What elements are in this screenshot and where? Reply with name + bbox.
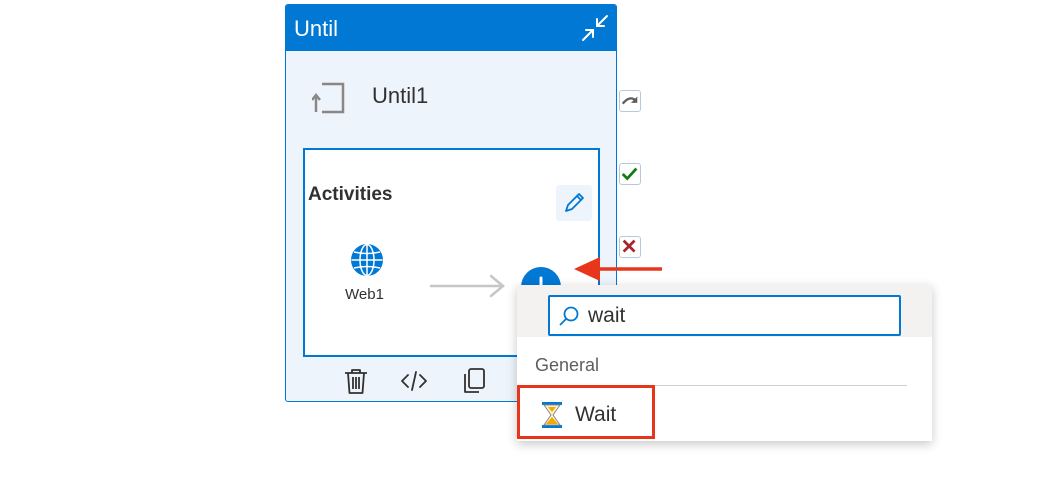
success-outcome-button[interactable] [619, 163, 641, 185]
canvas: Until Until1 Activities Web1 wait Genera… [0, 0, 1060, 485]
collapse-arrows-icon[interactable] [580, 13, 610, 43]
search-area [517, 285, 932, 337]
search-box[interactable] [548, 295, 901, 336]
trash-icon[interactable] [342, 367, 370, 395]
skip-outcome-button[interactable] [619, 90, 641, 112]
wait-activity-option[interactable]: Wait [517, 385, 655, 439]
activity-name: Until1 [372, 83, 429, 108]
pencil-icon [565, 193, 584, 212]
search-input[interactable] [588, 303, 888, 329]
activities-label: Activities [308, 184, 393, 205]
annotation-arrow [574, 257, 662, 281]
globe-icon [351, 243, 383, 277]
web-activity-label: Web1 [345, 286, 384, 303]
until-card-header: Until [286, 5, 616, 51]
activity-summary: Until1 [286, 51, 616, 149]
edit-activities-button[interactable] [556, 185, 592, 221]
hourglass-icon [542, 402, 562, 428]
wait-option-label: Wait [575, 403, 617, 426]
group-label-general: General [535, 355, 600, 375]
search-icon [559, 306, 579, 326]
loop-until-icon [312, 82, 345, 114]
until-card-title: Until [294, 16, 339, 41]
copy-icon[interactable] [460, 367, 488, 395]
redo-arrow-icon [621, 96, 638, 105]
code-icon[interactable] [400, 367, 428, 395]
activity-search-dropdown: General Wait [517, 285, 932, 441]
flow-arrow [429, 274, 505, 298]
checkmark-icon [621, 167, 638, 181]
